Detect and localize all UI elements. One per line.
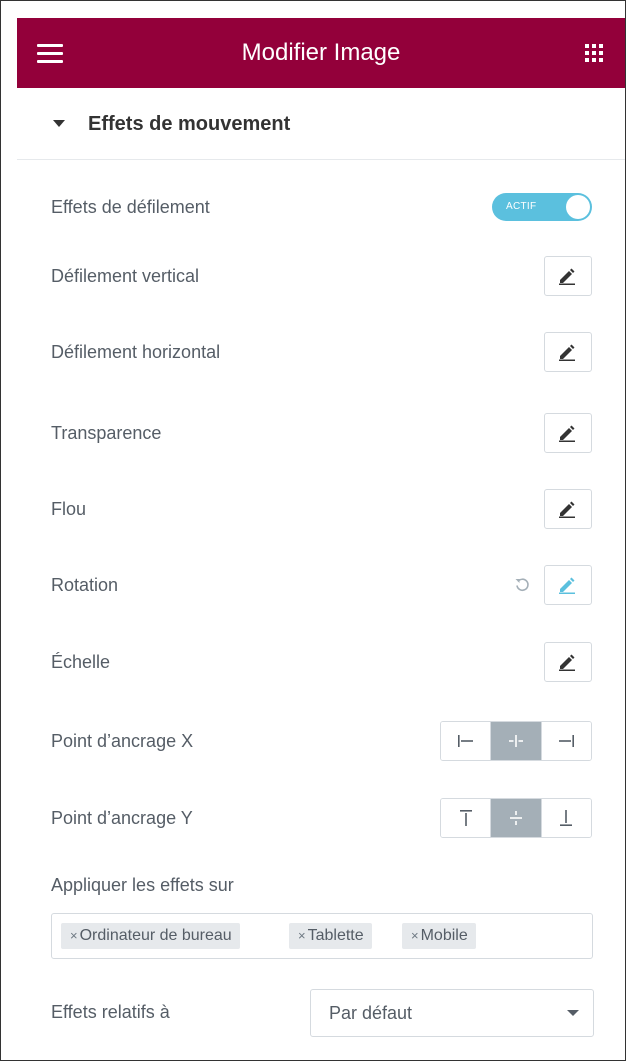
anchor-y-center-button[interactable]: [491, 799, 542, 837]
effect-label: Flou: [51, 499, 87, 519]
edit-rotation-button[interactable]: [544, 565, 592, 605]
edit-horizontal-scroll-button[interactable]: [544, 332, 592, 372]
anchor-y-choices: [440, 798, 592, 838]
effect-row-blur: Flou: [17, 489, 625, 529]
effect-label: Rotation: [51, 575, 119, 595]
panel-title: Modifier Image: [241, 39, 401, 66]
anchor-y-label: Point d’ancrage Y: [51, 808, 193, 828]
tag-label: Ordinateur de bureau: [79, 927, 232, 944]
anchor-x-right-button[interactable]: [541, 722, 591, 760]
effect-row-horizontal-scroll: Défilement horizontal: [17, 332, 625, 372]
caret-down-icon: [53, 120, 65, 127]
relative-to-label: Effets relatifs à: [51, 1002, 170, 1022]
widgets-grid-icon[interactable]: [585, 44, 603, 62]
devices-select[interactable]: × Ordinateur de bureau × Tablette × Mobile: [51, 913, 593, 959]
align-center-icon: [508, 735, 523, 747]
tag-label: Tablette: [307, 927, 364, 944]
align-right-icon: [559, 735, 575, 747]
edit-vertical-scroll-button[interactable]: [544, 256, 592, 296]
align-left-icon: [457, 735, 473, 747]
effect-label: Défilement vertical: [51, 266, 200, 286]
scroll-effects-toggle[interactable]: ACTIF: [492, 193, 592, 221]
effect-row-transparency: Transparence: [17, 413, 625, 453]
anchor-x-row: Point d’ancrage X: [17, 721, 625, 761]
anchor-y-top-button[interactable]: [441, 799, 492, 837]
align-bottom-icon: [560, 810, 573, 826]
align-top-icon: [459, 810, 472, 826]
anchor-x-left-button[interactable]: [441, 722, 492, 760]
scroll-effects-row: Effets de défilement ACTIF: [17, 187, 625, 227]
chevron-down-icon: [567, 1010, 579, 1016]
remove-tag-icon[interactable]: ×: [298, 928, 306, 943]
anchor-y-bottom-button[interactable]: [541, 799, 591, 837]
edit-scale-button[interactable]: [544, 642, 592, 682]
remove-tag-icon[interactable]: ×: [411, 928, 419, 943]
tag-tablet: × Tablette: [289, 923, 372, 949]
relative-to-select[interactable]: Par défaut: [310, 989, 594, 1037]
effect-label: Défilement horizontal: [51, 342, 221, 362]
section-title: Effets de mouvement: [88, 113, 291, 135]
effect-row-rotation: Rotation: [17, 565, 625, 605]
anchor-x-choices: [440, 721, 592, 761]
relative-to-value: Par défaut: [329, 1003, 413, 1023]
pencil-icon: [559, 501, 575, 518]
effect-label: Échelle: [51, 652, 111, 672]
align-middle-icon: [509, 811, 522, 825]
pencil-icon: [559, 268, 575, 285]
effect-label: Transparence: [51, 423, 162, 443]
tag-mobile: × Mobile: [402, 923, 476, 949]
tag-label: Mobile: [420, 927, 468, 944]
anchor-x-center-button[interactable]: [491, 722, 542, 760]
apply-on-label: Appliquer les effets sur: [51, 875, 234, 895]
scroll-effects-label: Effets de défilement: [51, 197, 210, 217]
editor-panel: Modifier Image Effets de mouvement Effet…: [0, 0, 626, 1061]
panel-header: Modifier Image: [17, 18, 625, 88]
toggle-text: ACTIF: [506, 201, 537, 212]
reset-icon[interactable]: [514, 576, 530, 592]
pencil-icon: [559, 425, 575, 442]
edit-transparency-button[interactable]: [544, 413, 592, 453]
anchor-x-label: Point d’ancrage X: [51, 731, 194, 751]
effect-row-scale: Échelle: [17, 642, 625, 682]
remove-tag-icon[interactable]: ×: [70, 928, 78, 943]
pencil-icon: [559, 654, 575, 671]
section-motion-effects[interactable]: Effets de mouvement: [17, 89, 625, 160]
effect-row-vertical-scroll: Défilement vertical: [17, 256, 625, 296]
edit-blur-button[interactable]: [544, 489, 592, 529]
anchor-y-row: Point d’ancrage Y: [17, 798, 625, 838]
pencil-icon: [559, 577, 575, 594]
toggle-knob: [566, 195, 590, 219]
tag-desktop: × Ordinateur de bureau: [61, 923, 240, 949]
pencil-icon: [559, 344, 575, 361]
